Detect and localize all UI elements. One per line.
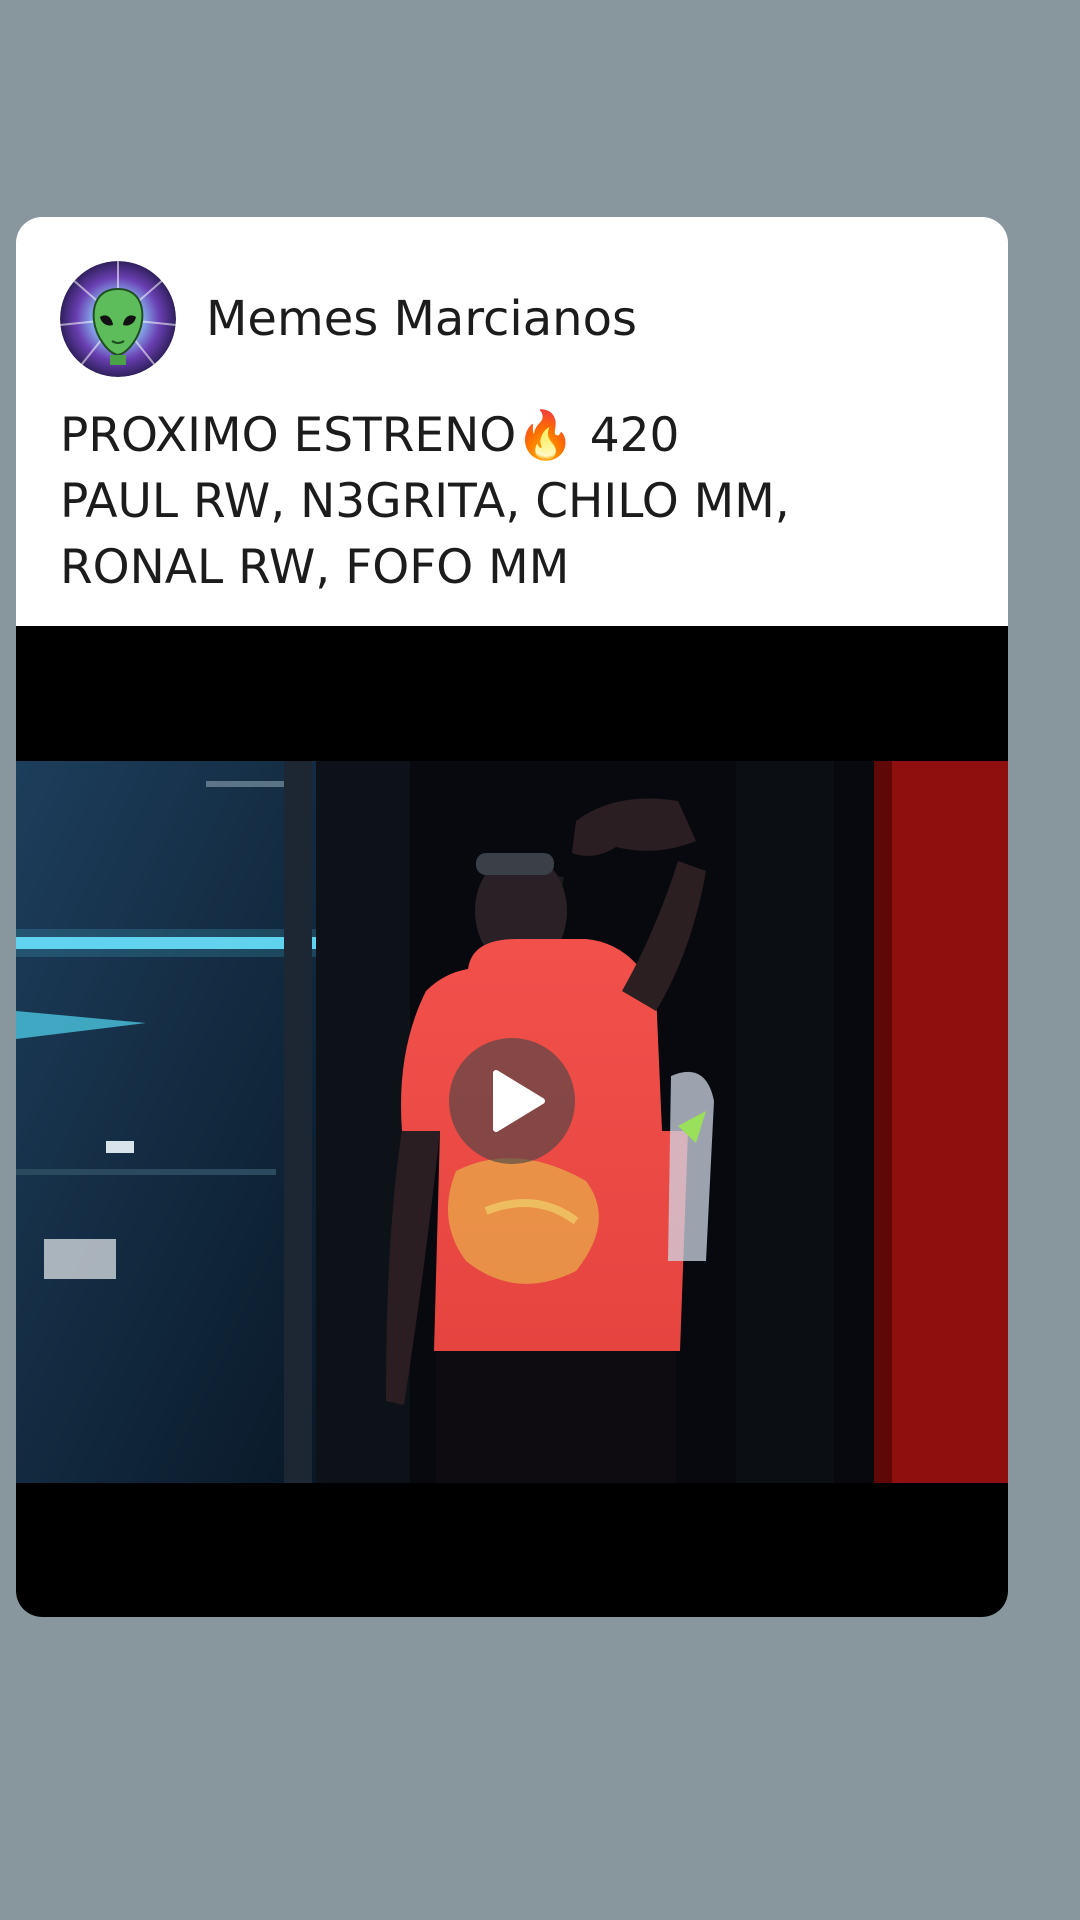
play-icon <box>493 1070 545 1132</box>
caption-line: PAUL RW, N3GRITA, CHILO MM, <box>60 474 790 529</box>
author-name[interactable]: Memes Marcianos <box>206 291 637 347</box>
video-player[interactable] <box>16 626 1008 1617</box>
caption-line: RONAL RW, FOFO MM <box>60 540 570 595</box>
play-button[interactable] <box>449 1038 575 1164</box>
post-header: Memes Marcianos <box>60 260 637 378</box>
caption-line: PROXIMO ESTRENO🔥 420 <box>60 408 680 463</box>
post-text: PROXIMO ESTRENO🔥 420 PAUL RW, N3GRITA, C… <box>60 403 960 601</box>
alien-head-icon[interactable] <box>60 261 176 377</box>
post-card: Memes Marcianos PROXIMO ESTRENO🔥 420 PAU… <box>16 217 1008 1617</box>
